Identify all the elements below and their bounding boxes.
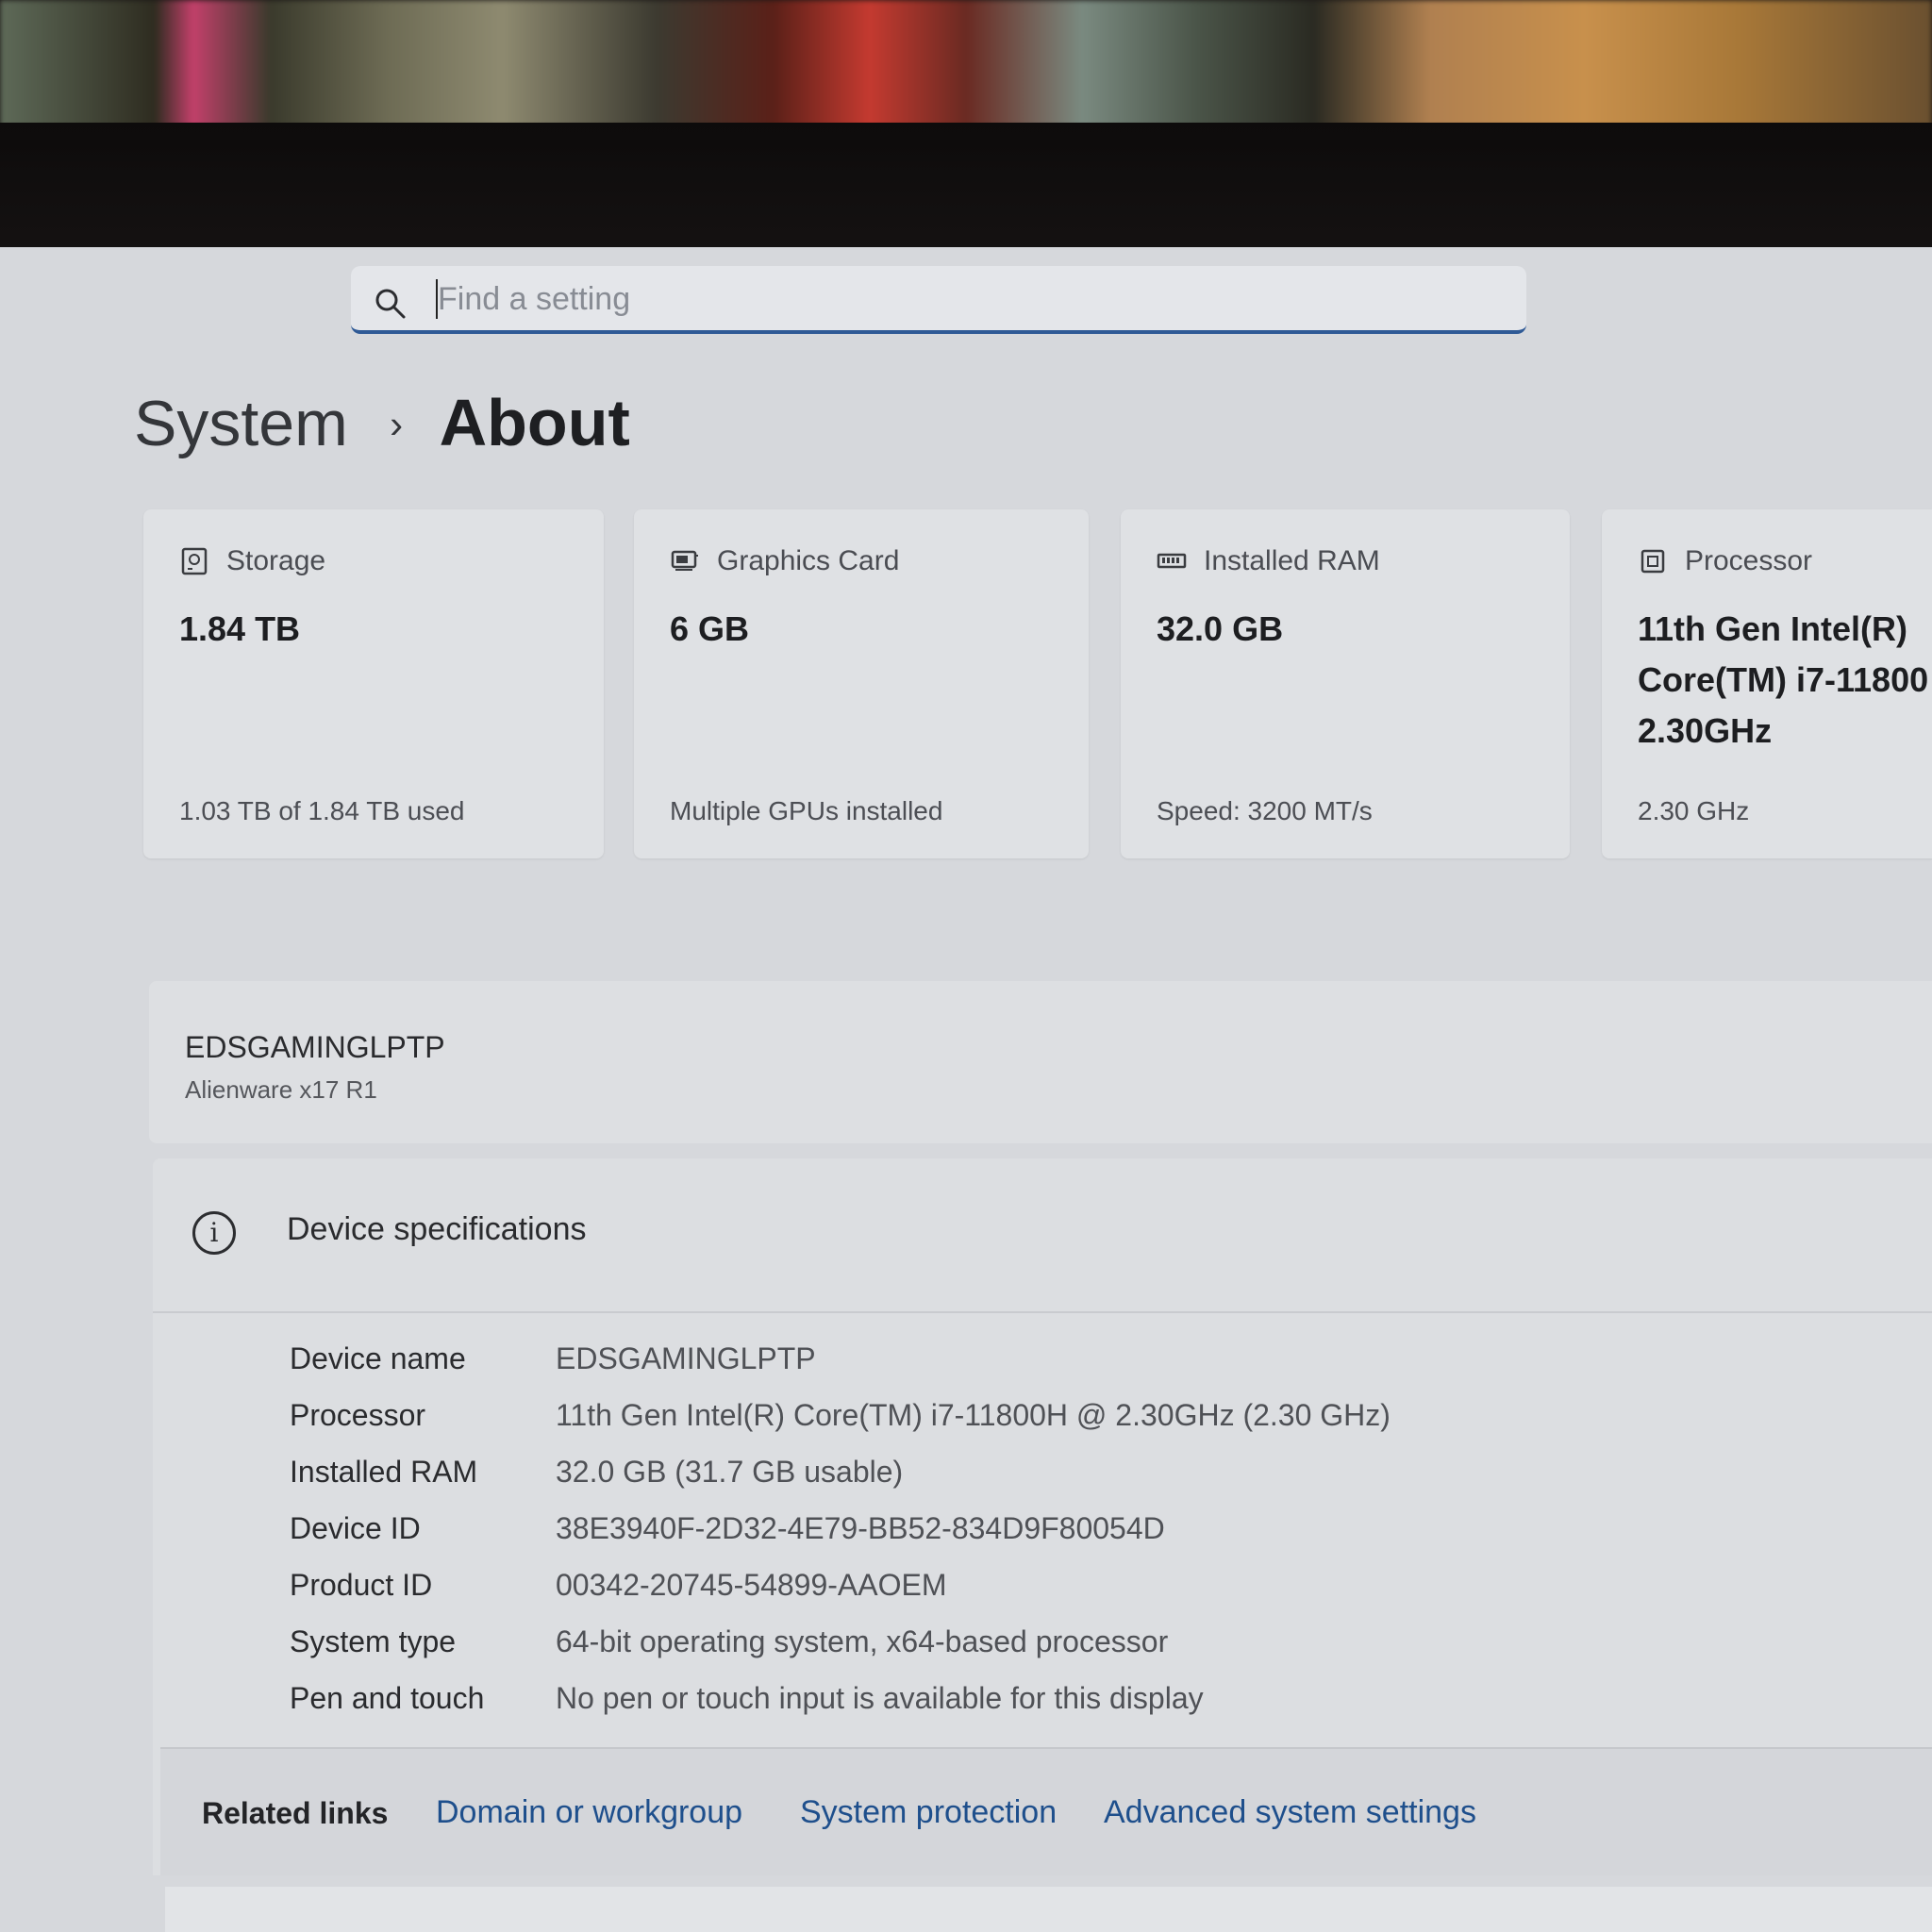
storage-usage: 1.03 TB of 1.84 TB used	[179, 796, 465, 825]
spec-rows: Device name EDSGAMINGLPTP Processor 11th…	[290, 1330, 1391, 1726]
storage-label: Storage	[226, 545, 326, 576]
spec-row-device-name: Device name EDSGAMINGLPTP	[290, 1330, 1391, 1387]
device-name: EDSGAMINGLPTP	[185, 1030, 445, 1064]
search-placeholder[interactable]: Find a setting	[438, 281, 630, 318]
spec-value: EDSGAMINGLPTP	[556, 1341, 816, 1375]
processor-label: Processor	[1685, 545, 1813, 576]
search-icon	[374, 287, 408, 321]
breadcrumb: System › About	[134, 385, 630, 460]
storage-card[interactable]: Storage 1.84 TB 1.03 TB of 1.84 TB used	[143, 509, 604, 858]
graphics-card-card[interactable]: Graphics Card 6 GB Multiple GPUs install…	[634, 509, 1089, 858]
installed-ram-label: Installed RAM	[1204, 545, 1380, 576]
spec-row-processor: Processor 11th Gen Intel(R) Core(TM) i7-…	[290, 1387, 1391, 1443]
spec-value: 00342-20745-54899-AAOEM	[556, 1567, 947, 1602]
processor-card[interactable]: Processor 11th Gen Intel(R) Core(TM) i7-…	[1602, 509, 1932, 858]
storage-icon	[181, 547, 208, 575]
processor-icon	[1641, 549, 1665, 574]
spec-label: Device name	[290, 1341, 466, 1375]
device-specifications-header[interactable]: i Device specifications	[153, 1158, 1932, 1313]
ram-speed: Speed: 3200 MT/s	[1157, 796, 1373, 825]
spec-value: No pen or touch input is available for t…	[556, 1680, 1204, 1715]
search-box[interactable]: Find a setting	[351, 266, 1526, 334]
installed-ram-value: 32.0 GB	[1157, 609, 1284, 648]
page-title: About	[439, 386, 630, 459]
graphics-card-note: Multiple GPUs installed	[670, 796, 943, 825]
system-protection-link[interactable]: System protection	[800, 1794, 1057, 1831]
advanced-system-settings-link[interactable]: Advanced system settings	[1104, 1794, 1476, 1831]
breadcrumb-separator: ›	[390, 402, 404, 446]
processor-line-3: 2.30GHz	[1638, 711, 1773, 750]
spec-label: Product ID	[290, 1567, 433, 1602]
spec-value: 32.0 GB (31.7 GB usable)	[556, 1454, 904, 1489]
graphics-card-label: Graphics Card	[717, 545, 900, 576]
spec-label: Device ID	[290, 1510, 421, 1545]
device-model: Alienware x17 R1	[185, 1075, 377, 1104]
spec-value: 38E3940F-2D32-4E79-BB52-834D9F80054D	[556, 1510, 1165, 1545]
related-links-label: Related links	[202, 1796, 389, 1830]
spec-label: Installed RAM	[290, 1454, 478, 1489]
processor-line-1: 11th Gen Intel(R)	[1638, 609, 1908, 648]
ram-icon	[1157, 553, 1187, 569]
spec-row-pen-and-touch: Pen and touch No pen or touch input is a…	[290, 1670, 1391, 1726]
next-section-card	[165, 1887, 1932, 1932]
breadcrumb-system[interactable]: System	[134, 388, 348, 459]
spec-value: 64-bit operating system, x64-based proce…	[556, 1624, 1169, 1658]
spec-row-product-id: Product ID 00342-20745-54899-AAOEM	[290, 1557, 1391, 1613]
spec-row-installed-ram: Installed RAM 32.0 GB (31.7 GB usable)	[290, 1443, 1391, 1500]
monitor-bezel	[0, 123, 1932, 255]
spec-value: 11th Gen Intel(R) Core(TM) i7-11800H @ 2…	[556, 1397, 1391, 1432]
spec-label: Pen and touch	[290, 1680, 485, 1715]
installed-ram-card[interactable]: Installed RAM 32.0 GB Speed: 3200 MT/s	[1121, 509, 1570, 858]
related-links-bar: Related links Domain or workgroup System…	[160, 1747, 1932, 1875]
info-icon: i	[192, 1211, 236, 1255]
spec-label: Processor	[290, 1397, 426, 1432]
device-specifications-title: Device specifications	[287, 1211, 587, 1247]
processor-line-2: Core(TM) i7-11800	[1638, 660, 1929, 699]
processor-value: 11th Gen Intel(R) Core(TM) i7-11800 2.30…	[1638, 604, 1928, 757]
device-banner[interactable]: EDSGAMINGLPTP Alienware x17 R1	[149, 981, 1932, 1143]
storage-value: 1.84 TB	[179, 609, 301, 648]
background-photo	[0, 0, 1932, 127]
processor-speed: 2.30 GHz	[1638, 796, 1750, 825]
spec-row-system-type: System type 64-bit operating system, x64…	[290, 1613, 1391, 1670]
graphics-card-icon	[671, 550, 698, 571]
spec-row-device-id: Device ID 38E3940F-2D32-4E79-BB52-834D9F…	[290, 1500, 1391, 1557]
graphics-card-value: 6 GB	[670, 609, 750, 648]
spec-label: System type	[290, 1624, 457, 1658]
domain-or-workgroup-link[interactable]: Domain or workgroup	[436, 1794, 742, 1831]
